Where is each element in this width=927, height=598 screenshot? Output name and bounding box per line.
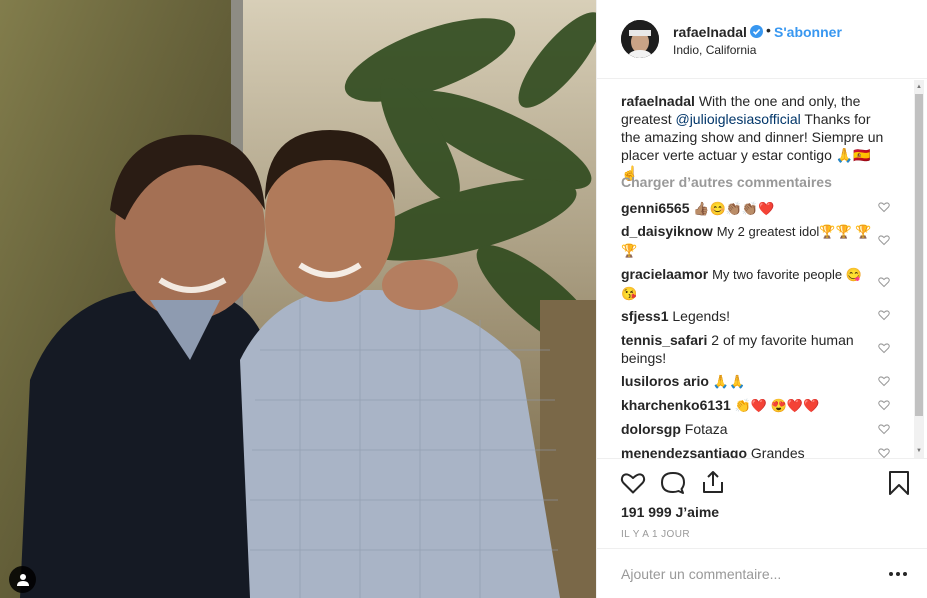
post-caption: rafaelnadal With the one and only, the g… (621, 92, 885, 182)
caption-mention[interactable]: @julioiglesiasofficial (675, 111, 800, 127)
comment-item: gracielaamor My two favorite people 😋😘 (621, 265, 873, 303)
comment-like-heart-icon[interactable] (878, 234, 890, 246)
add-comment-bar (597, 548, 927, 598)
comment-item: menendezsantiago Grandes (621, 444, 873, 458)
comment-item: sfjess1 Legends! (621, 307, 873, 325)
comment-text: 👍🏽😊👏🏽👏🏽❤️ (693, 201, 775, 216)
bookmark-icon[interactable] (886, 470, 912, 496)
likes-count[interactable]: 191 999 J’aime (621, 504, 719, 520)
verified-badge-icon (750, 25, 763, 38)
comment-text: 👏❤️ 😍❤️❤️ (734, 398, 820, 413)
avatar[interactable] (621, 20, 659, 58)
comment-like-heart-icon[interactable] (878, 399, 890, 411)
caption-username[interactable]: rafaelnadal (621, 93, 695, 109)
heart-icon[interactable] (620, 470, 646, 496)
comment-like-heart-icon[interactable] (878, 447, 890, 458)
comment-text: Fotaza (684, 421, 728, 437)
comment-item: kharchenko6131 👏❤️ 😍❤️❤️ (621, 396, 873, 415)
comment-like-heart-icon[interactable] (878, 309, 890, 321)
comment-item: lusiloros ario 🙏🙏 (621, 372, 873, 391)
tagged-users-button[interactable] (9, 566, 36, 593)
comment-like-heart-icon[interactable] (878, 423, 890, 435)
comment-username[interactable]: menendezsantiago (621, 445, 747, 458)
user-tag-icon (16, 573, 29, 586)
comment-text: 🙏🙏 (712, 374, 746, 389)
comments-scrollbar[interactable]: ▲ ▼ (914, 80, 924, 458)
comment-item: dolorsgp Fotaza (621, 420, 873, 438)
comment-like-heart-icon[interactable] (878, 201, 890, 213)
comment-item: genni6565 👍🏽😊👏🏽👏🏽❤️ (621, 199, 873, 218)
scroll-down-arrow-icon[interactable]: ▼ (914, 446, 924, 456)
separator-dot: • (766, 22, 771, 38)
scrollbar-thumb[interactable] (915, 94, 923, 416)
comment-username[interactable]: lusiloros ario (621, 373, 709, 389)
comment-item: tennis_safari 2 of my favorite human bei… (621, 331, 873, 367)
comment-text: Legends! (672, 308, 730, 324)
comment-username[interactable]: tennis_safari (621, 332, 707, 348)
post-photo[interactable] (0, 0, 596, 598)
comment-username[interactable]: gracielaamor (621, 266, 708, 282)
post-sidebar: rafaelnadal • S'abonner Indio, Californi… (596, 0, 927, 598)
post-header: rafaelnadal • S'abonner Indio, Californi… (597, 0, 927, 79)
comments-list[interactable]: rafaelnadal With the one and only, the g… (597, 80, 927, 458)
add-comment-input[interactable] (619, 561, 863, 587)
post-actions: 191 999 J’aime IL Y A 1 JOUR (597, 458, 927, 548)
more-options-icon[interactable] (888, 569, 908, 579)
follow-button[interactable]: S'abonner (774, 24, 842, 40)
comment-username[interactable]: kharchenko6131 (621, 397, 731, 413)
comment-like-heart-icon[interactable] (878, 375, 890, 387)
photo-illustration (0, 0, 596, 598)
load-more-comments-button[interactable]: Charger d’autres commentaires (621, 174, 832, 190)
comment-icon[interactable] (660, 470, 686, 496)
avatar-image (621, 20, 659, 58)
post-time[interactable]: IL Y A 1 JOUR (621, 529, 690, 540)
comment-item: d_daisyiknow My 2 greatest idol🏆🏆 🏆🏆 (621, 222, 873, 260)
header-username[interactable]: rafaelnadal (673, 24, 747, 40)
comment-username[interactable]: d_daisyiknow (621, 223, 713, 239)
comment-username[interactable]: genni6565 (621, 200, 689, 216)
comment-username[interactable]: sfjess1 (621, 308, 668, 324)
scroll-up-arrow-icon[interactable]: ▲ (914, 82, 924, 92)
comment-like-heart-icon[interactable] (878, 276, 890, 288)
comment-username[interactable]: dolorsgp (621, 421, 681, 437)
comment-text: Grandes (750, 445, 805, 458)
post-location[interactable]: Indio, California (673, 43, 756, 57)
comment-like-heart-icon[interactable] (878, 342, 890, 354)
share-icon[interactable] (700, 469, 726, 495)
